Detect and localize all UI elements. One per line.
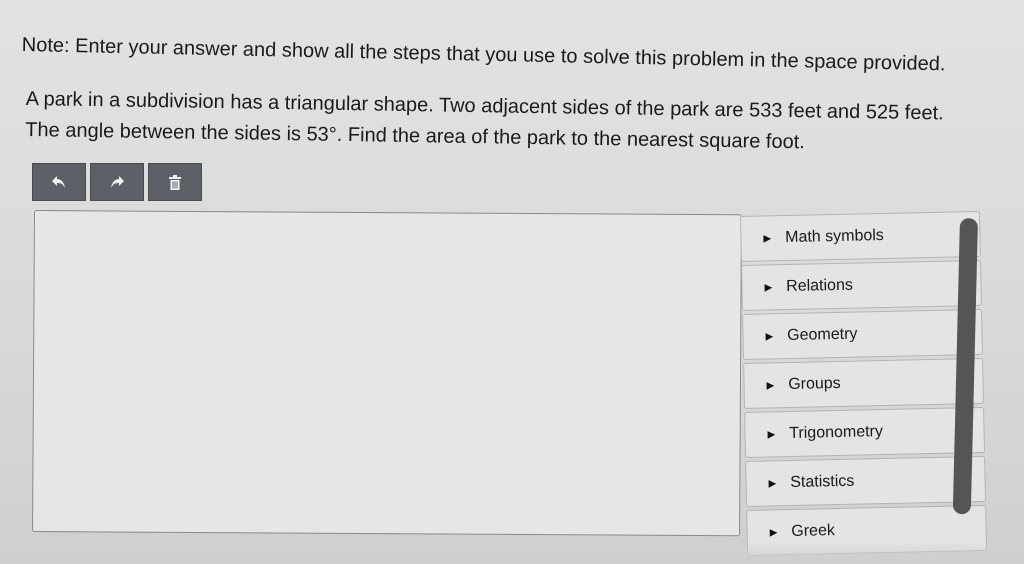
caret-right-icon: ▶ xyxy=(764,281,773,294)
undo-button[interactable] xyxy=(32,163,86,201)
clear-button[interactable] xyxy=(148,163,202,201)
caret-right-icon: ▶ xyxy=(767,428,776,440)
palette-trigonometry[interactable]: ▶ Trigonometry xyxy=(744,406,986,458)
caret-right-icon: ▶ xyxy=(769,526,778,538)
palette-item-label: Greek xyxy=(791,522,836,540)
undo-icon xyxy=(51,175,67,189)
palette-item-label: Statistics xyxy=(790,472,855,492)
problem-statement: A park in a subdivision has a triangular… xyxy=(25,84,1016,162)
instructions-note: Note: Enter your answer and show all the… xyxy=(21,34,946,76)
redo-button[interactable] xyxy=(90,163,144,201)
symbol-palette: ▶ Math symbols ▶ Relations ▶ Geometry ▶ … xyxy=(740,210,988,559)
palette-geometry[interactable]: ▶ Geometry xyxy=(742,308,983,360)
palette-statistics[interactable]: ▶ Statistics xyxy=(745,455,987,507)
bottom-edge xyxy=(0,540,1024,564)
redo-icon xyxy=(109,175,125,189)
palette-item-label: Trigonometry xyxy=(789,423,884,443)
palette-math-symbols[interactable]: ▶ Math symbols xyxy=(740,210,981,262)
caret-right-icon: ▶ xyxy=(765,330,774,342)
palette-item-label: Groups xyxy=(788,374,841,394)
editor-toolbar xyxy=(32,163,202,201)
answer-editor[interactable] xyxy=(32,210,742,537)
caret-right-icon: ▶ xyxy=(768,477,777,489)
page: Note: Enter your answer and show all the… xyxy=(0,0,1024,564)
palette-item-label: Geometry xyxy=(787,325,858,345)
caret-right-icon: ▶ xyxy=(766,379,775,391)
palette-relations[interactable]: ▶ Relations xyxy=(741,259,982,311)
palette-item-label: Math symbols xyxy=(784,226,885,247)
palette-item-label: Relations xyxy=(786,276,854,296)
trash-icon xyxy=(169,174,181,190)
palette-groups[interactable]: ▶ Groups xyxy=(743,357,984,409)
caret-right-icon: ▶ xyxy=(763,232,772,245)
